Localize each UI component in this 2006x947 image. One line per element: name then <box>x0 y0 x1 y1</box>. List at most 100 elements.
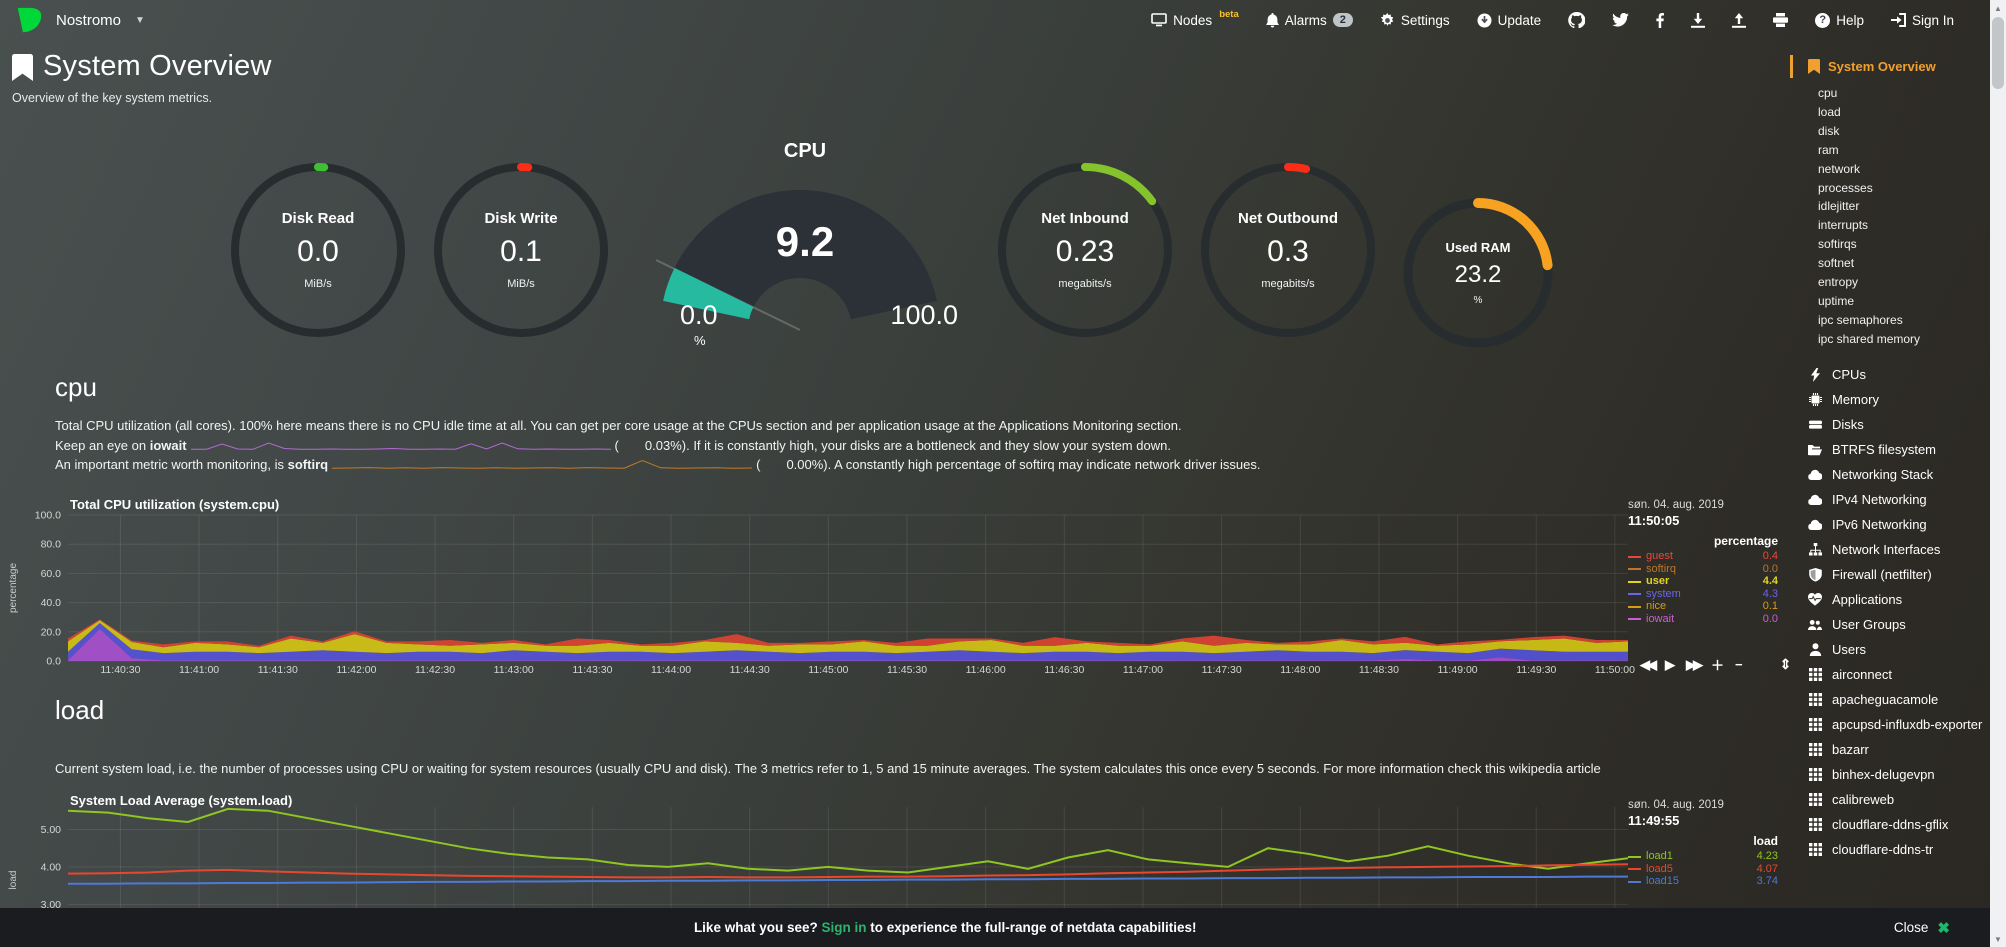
help-button[interactable]: ? Help <box>1815 13 1864 28</box>
sidebar-item-firewall-netfilter[interactable]: Firewall (netfilter) <box>1790 562 1990 587</box>
gauge-net-outbound[interactable]: Net Outbound 0.3 megabits/s <box>1200 162 1376 338</box>
legend-swatch <box>1628 856 1641 858</box>
legend-unit-header: percentage <box>1628 534 1778 548</box>
sidebar-item-user-groups[interactable]: User Groups <box>1790 612 1990 637</box>
cpu-gauge-min: 0.0 <box>680 300 718 331</box>
sidebar-item-apacheguacamole[interactable]: apacheguacamole <box>1790 687 1990 712</box>
legend-item-user[interactable]: user 4.4 <box>1628 576 1778 588</box>
sidebar-subitem-disk[interactable]: disk <box>1790 122 1990 141</box>
gauge-cpu[interactable]: CPU 9.2 0.0 100.0 % <box>650 140 960 365</box>
sidebar-item-apcupsd-influxdb-exporter[interactable]: apcupsd-influxdb-exporter <box>1790 712 1990 737</box>
signin-button[interactable]: Sign In <box>1891 13 1954 28</box>
legend-item-iowait[interactable]: iowait 0.0 <box>1628 614 1778 626</box>
sidebar-item-bazarr[interactable]: bazarr <box>1790 737 1990 762</box>
scroll-up-arrow[interactable]: ▲ <box>1990 0 2006 16</box>
sidebar-subitem-softnet[interactable]: softnet <box>1790 254 1990 273</box>
update-button[interactable]: Update <box>1477 13 1542 28</box>
sidebar-item-binhex-delugevpn[interactable]: binhex-delugevpn <box>1790 762 1990 787</box>
sidebar-item-ipv4-networking[interactable]: IPv4 Networking <box>1790 487 1990 512</box>
sign-in-icon <box>1891 13 1906 27</box>
sidebar-subitem-ipc-semaphores[interactable]: ipc semaphores <box>1790 311 1990 330</box>
svg-text:11:40:30: 11:40:30 <box>100 664 140 675</box>
grid-icon <box>1808 793 1822 806</box>
twitter-icon <box>1612 13 1629 27</box>
sidebar-item-networking-stack[interactable]: Networking Stack <box>1790 462 1990 487</box>
sidebar-item-disks[interactable]: Disks <box>1790 412 1990 437</box>
github-button[interactable] <box>1568 12 1585 28</box>
shield-icon <box>1808 568 1822 582</box>
nodes-button[interactable]: Nodesbeta <box>1151 13 1239 28</box>
sidebar-item-memory[interactable]: Memory <box>1790 387 1990 412</box>
cpu-gauge-title: CPU <box>650 140 960 163</box>
gauge-disk-write[interactable]: Disk Write 0.1 MiB/s <box>433 162 609 338</box>
signin-banner: Like what you see? Sign in to experience… <box>0 908 1990 947</box>
gauge-net-inbound[interactable]: Net Inbound 0.23 megabits/s <box>997 162 1173 338</box>
question-icon: ? <box>1815 13 1830 28</box>
banner-signin-link[interactable]: Sign in <box>821 920 866 935</box>
sidebar-subitem-ipc-shared-memory[interactable]: ipc shared memory <box>1790 329 1990 348</box>
sidebar-subitem-idlejitter[interactable]: idlejitter <box>1790 197 1990 216</box>
sidebar-item-cloudflare-ddns-tr[interactable]: cloudflare-ddns-tr <box>1790 837 1990 862</box>
cpu-chart-canvas[interactable]: 11:40:3011:41:0011:41:3011:42:0011:42:30… <box>0 497 1790 675</box>
legend-item-load1[interactable]: load1 4.23 <box>1628 851 1778 863</box>
legend-swatch <box>1628 606 1641 608</box>
export-button[interactable] <box>1691 13 1705 28</box>
sidebar-subitem-load[interactable]: load <box>1790 103 1990 122</box>
cpu-desc-line2: Keep an eye on iowait(0.03%). If it is c… <box>55 436 1790 456</box>
legend-item-guest[interactable]: guest 0.4 <box>1628 551 1778 563</box>
scroll-down-arrow[interactable]: ▼ <box>1990 931 2006 947</box>
banner-close-button[interactable]: Close ✖ <box>1894 919 1950 937</box>
sidebar-item-ipv6-networking[interactable]: IPv6 Networking <box>1790 512 1990 537</box>
gauge-title: Disk Read <box>282 210 355 227</box>
sidebar-subitem-cpu[interactable]: cpu <box>1790 84 1990 103</box>
scrollbar-thumb[interactable] <box>1992 17 2004 89</box>
legend-item-system[interactable]: system 4.3 <box>1628 589 1778 601</box>
pan-backward-button[interactable]: ◀◀ <box>1640 657 1654 673</box>
legend-item-load15[interactable]: load15 3.74 <box>1628 876 1778 888</box>
sidebar-subitem-interrupts[interactable]: interrupts <box>1790 216 1990 235</box>
gauge-unit: % <box>1474 295 1483 306</box>
sidebar-item-airconnect[interactable]: airconnect <box>1790 662 1990 687</box>
pan-forward-button[interactable]: ▶▶ <box>1686 657 1700 673</box>
gauge-used-ram[interactable]: Used RAM 23.2 % <box>1403 198 1553 348</box>
sidebar-subitem-processes[interactable]: processes <box>1790 178 1990 197</box>
upload-icon <box>1732 13 1746 28</box>
signin-label: Sign In <box>1912 13 1954 28</box>
print-button[interactable] <box>1773 13 1788 27</box>
sidebar-item-calibreweb[interactable]: calibreweb <box>1790 787 1990 812</box>
twitter-button[interactable] <box>1612 13 1629 27</box>
import-button[interactable] <box>1732 13 1746 28</box>
play-button[interactable]: ▶ <box>1665 657 1675 673</box>
page-scrollbar[interactable]: ▲ ▼ <box>1990 0 2006 947</box>
legend-swatch <box>1628 556 1641 558</box>
legend-item-softirq[interactable]: softirq 0.0 <box>1628 564 1778 576</box>
sidebar-item-cpus[interactable]: CPUs <box>1790 362 1990 387</box>
zoom-out-button[interactable]: − <box>1735 657 1743 672</box>
cloud-icon <box>1808 469 1822 480</box>
sidebar-subitem-ram[interactable]: ram <box>1790 141 1990 160</box>
legend-item-nice[interactable]: nice 0.1 <box>1628 601 1778 613</box>
sidebar-subitem-entropy[interactable]: entropy <box>1790 273 1990 292</box>
settings-button[interactable]: Settings <box>1380 13 1450 28</box>
sidebar-item-users[interactable]: Users <box>1790 637 1990 662</box>
legend-item-load5[interactable]: load5 4.07 <box>1628 864 1778 876</box>
zoom-in-button[interactable]: ＋ <box>1711 655 1724 674</box>
sidebar-item-system-overview[interactable]: System Overview <box>1790 55 1990 78</box>
sidebar-subitem-network[interactable]: network <box>1790 160 1990 179</box>
svg-text:11:41:30: 11:41:30 <box>258 664 298 675</box>
gauge-disk-read[interactable]: Disk Read 0.0 MiB/s <box>230 162 406 338</box>
sidebar-subitem-softirqs[interactable]: softirqs <box>1790 235 1990 254</box>
sidebar-item-network-interfaces[interactable]: Network Interfaces <box>1790 537 1990 562</box>
svg-text:5.00: 5.00 <box>41 824 62 836</box>
sidebar-item-cloudflare-ddns-gflix[interactable]: cloudflare-ddns-gflix <box>1790 812 1990 837</box>
alarms-button[interactable]: Alarms2 <box>1266 13 1353 28</box>
sidebar-subitem-uptime[interactable]: uptime <box>1790 292 1990 311</box>
cpu-gauge-unit: % <box>694 333 706 348</box>
sidebar-item-btrfs-filesystem[interactable]: BTRFS filesystem <box>1790 437 1990 462</box>
brand-menu[interactable]: Nostromo ▼ <box>14 5 145 35</box>
iowait-sparkline <box>191 438 611 452</box>
legend-time: 11:50:05 <box>1628 513 1778 528</box>
gauge-title: Disk Write <box>484 210 557 227</box>
sidebar-item-applications[interactable]: Applications <box>1790 587 1990 612</box>
facebook-button[interactable] <box>1656 13 1664 28</box>
